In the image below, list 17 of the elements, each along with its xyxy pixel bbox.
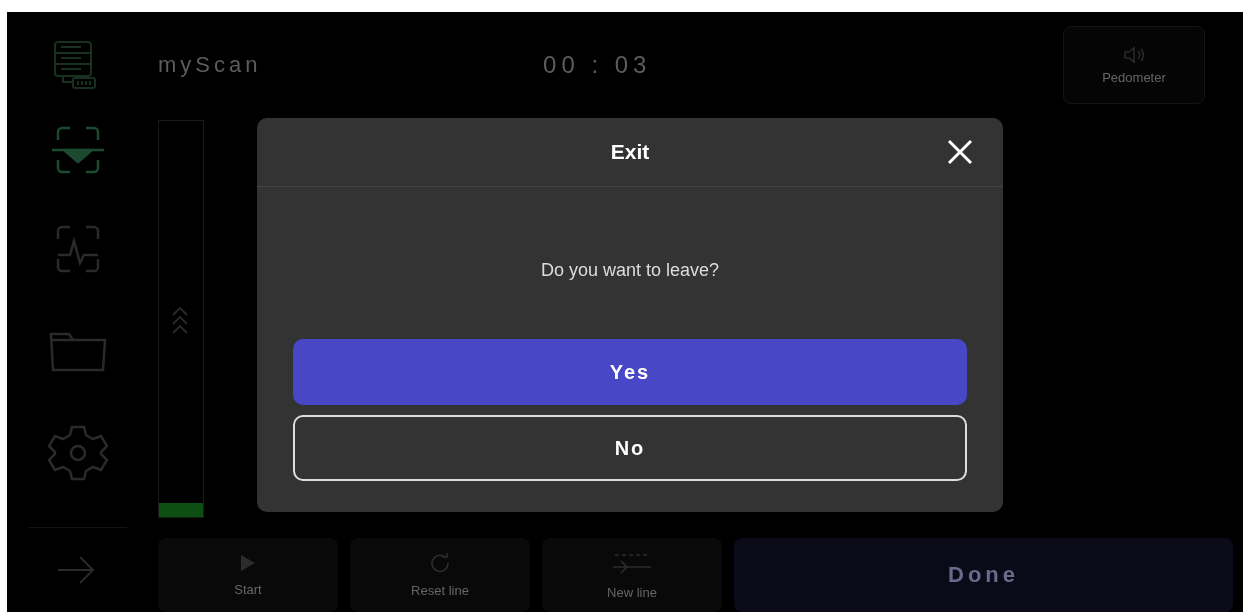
cancel-button[interactable]: No [293, 415, 967, 481]
toolbar-button[interactable]: Reset line [350, 538, 530, 612]
dialog-title: Exit [610, 140, 650, 164]
toolbar-button[interactable]: New line [542, 538, 722, 612]
timer: 00 : 03 [542, 51, 653, 79]
settings-icon [46, 423, 110, 483]
confirm-button[interactable]: Yes [293, 339, 967, 405]
app-title: myScan [158, 52, 262, 78]
play-icon [240, 553, 256, 572]
arrow-right-icon[interactable] [56, 555, 96, 585]
speaker-icon [1123, 45, 1145, 64]
pedometer-button[interactable]: Pedometer [1063, 26, 1205, 104]
done-button[interactable]: Done [734, 538, 1233, 612]
dialog-message: Do you want to leave? [539, 260, 721, 281]
reset-icon [430, 552, 450, 573]
close-icon[interactable] [947, 139, 973, 165]
toolbar-button[interactable]: Start [158, 538, 338, 612]
